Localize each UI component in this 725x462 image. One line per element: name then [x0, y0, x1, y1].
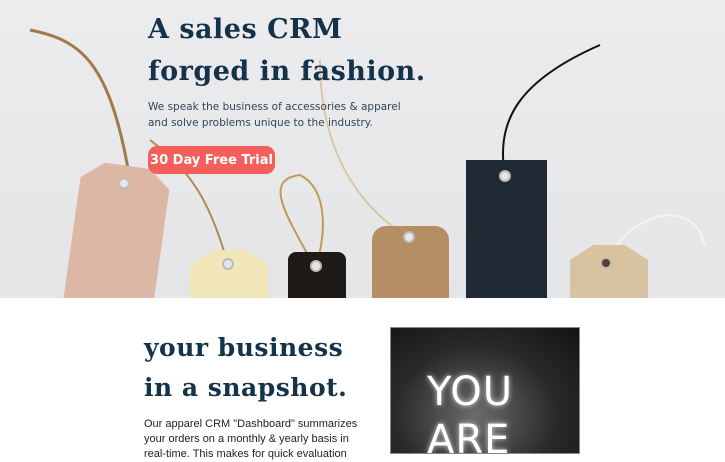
beige-tag [570, 245, 648, 298]
free-trial-button[interactable]: 30 Day Free Trial [148, 146, 275, 174]
hero-title-line1: A sales CRM [148, 14, 343, 45]
hero-title-line2: forged in fashion. [148, 56, 426, 87]
hero-subtitle: We speak the business of accessories & a… [148, 99, 401, 131]
snapshot-title-line1: your business [144, 333, 344, 362]
snapshot-title-line2: in a snapshot. [144, 373, 348, 402]
snapshot-body: Our apparel CRM "Dashboard" summarizes y… [144, 418, 358, 460]
neon-sign-image: YOU ARE [390, 327, 580, 454]
hero-subtitle-line1: We speak the business of accessories & a… [148, 101, 401, 113]
navy-tag [466, 160, 547, 298]
hero-subtitle-line2: and solve problems unique to the industr… [148, 117, 373, 129]
black-small-tag [288, 252, 346, 298]
kraft-tag [372, 226, 449, 298]
neon-text-line1: YOU [427, 369, 514, 415]
neon-text-line2: ARE [427, 417, 511, 454]
hero-section: A sales CRM forged in fashion. We speak … [0, 0, 725, 298]
